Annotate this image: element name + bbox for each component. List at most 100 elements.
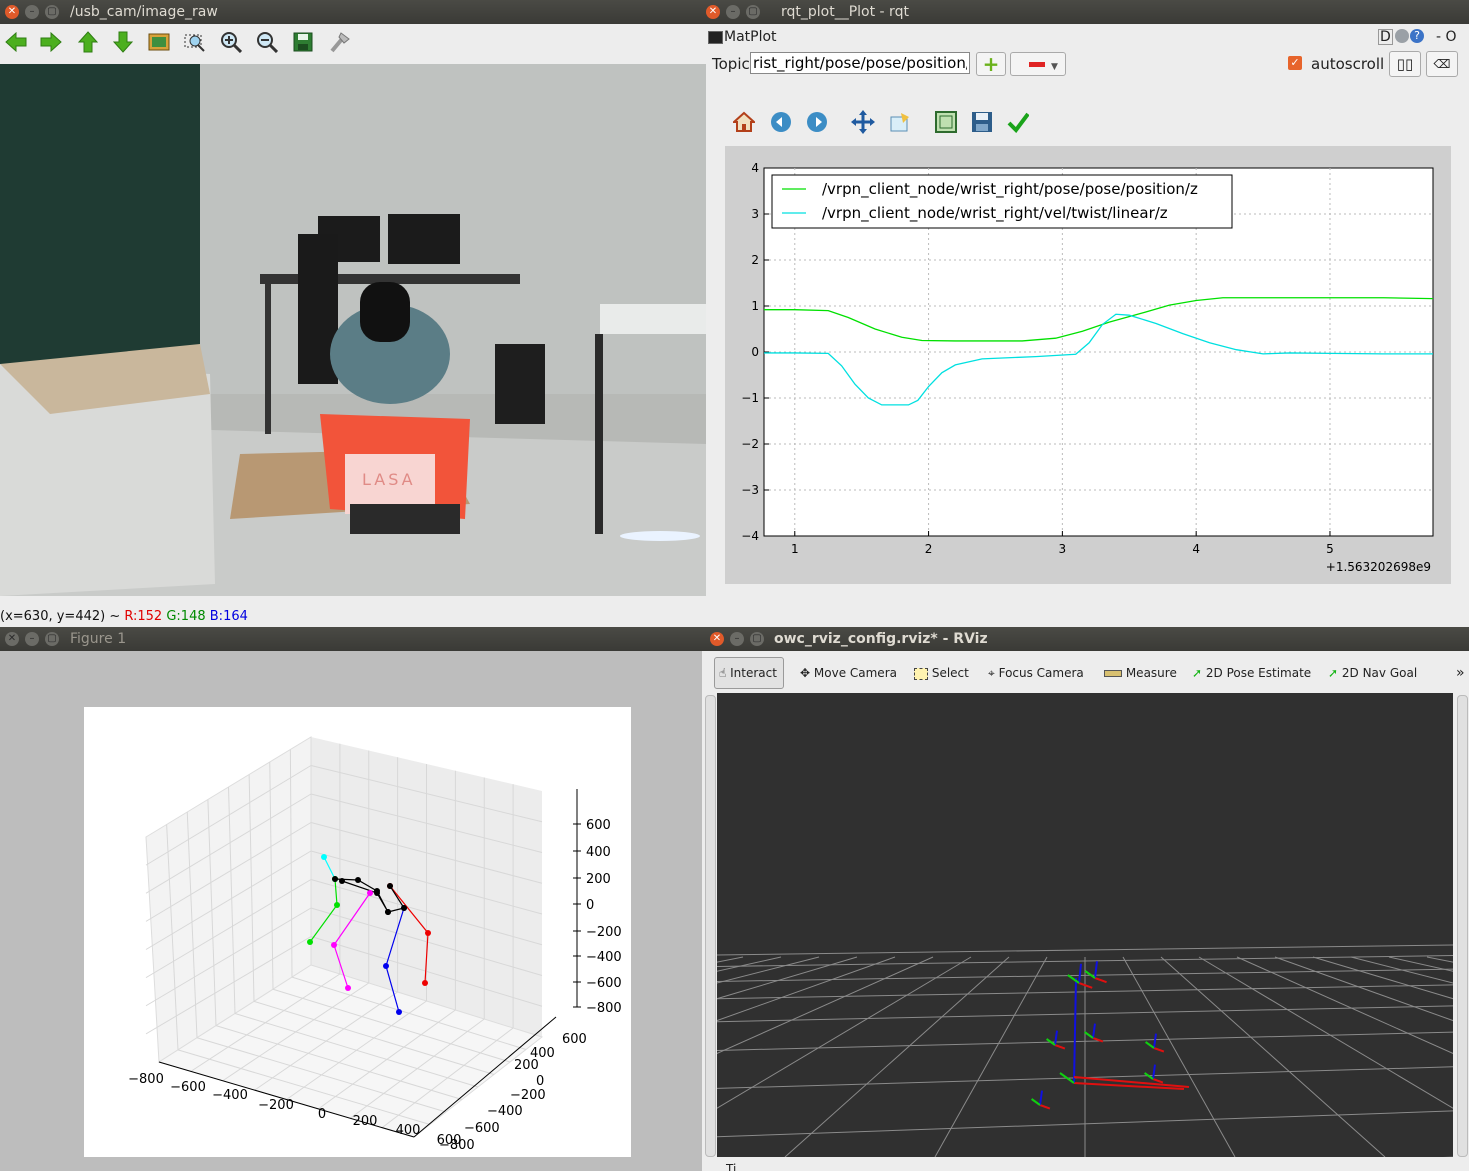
topic-label: Topic: [712, 55, 750, 73]
zoom-in-icon[interactable]: [217, 28, 245, 56]
y-tick-label: −1: [741, 391, 759, 405]
zoom-region-icon[interactable]: [181, 28, 209, 56]
brush-icon[interactable]: [325, 28, 353, 56]
right-dock-handle[interactable]: [1457, 695, 1468, 1157]
left-dock-handle[interactable]: [705, 695, 716, 1157]
camera-scene: [0, 64, 706, 596]
y-tick-label: 600: [562, 1032, 587, 1047]
forward-arrow-icon[interactable]: [37, 28, 65, 56]
z-tick-label: 0: [586, 898, 594, 913]
skeleton-joint: [332, 876, 338, 882]
z-tick-label: −400: [586, 950, 622, 965]
window-title: Figure 1: [70, 631, 127, 647]
tf-z-axis: [1078, 963, 1082, 984]
close-plugin-icon[interactable]: - O: [1436, 26, 1457, 48]
zoom-to-rect-icon[interactable]: [932, 108, 960, 136]
tool-2d-nav-goal[interactable]: ➚ 2D Nav Goal: [1328, 657, 1417, 689]
y-tick-label: 4: [751, 161, 759, 175]
y-tick-label: −400: [487, 1104, 523, 1119]
forward-icon[interactable]: [803, 108, 831, 136]
check-icon[interactable]: [1004, 108, 1032, 136]
rviz-3d-view[interactable]: [702, 693, 1469, 1171]
clear-button[interactable]: ⌫: [1426, 51, 1458, 77]
add-topic-button[interactable]: +: [976, 52, 1006, 76]
rqt-titlebar: ✕ – ▢ rqt_plot__Plot - rqt: [706, 0, 1469, 24]
tool-measure[interactable]: Measure: [1104, 657, 1177, 689]
maximize-icon[interactable]: ▢: [750, 632, 764, 646]
close-icon[interactable]: ✕: [5, 5, 19, 19]
topic-input[interactable]: [750, 52, 970, 74]
tool-focus-camera[interactable]: ⌖ Focus Camera: [988, 657, 1084, 689]
pause-button[interactable]: ▯▯: [1389, 51, 1421, 77]
tf-z-axis: [1073, 977, 1077, 1084]
x-tick-label: 400: [396, 1123, 421, 1138]
tool-move-camera[interactable]: ✥ Move Camera: [800, 657, 897, 689]
autoscroll-checkbox[interactable]: ✓: [1288, 56, 1302, 70]
x-tick-label: −200: [258, 1098, 294, 1113]
legend-label: /vrpn_client_node/wrist_right/pose/pose/…: [822, 180, 1198, 199]
up-arrow-icon[interactable]: [74, 28, 102, 56]
x-tick-label: 2: [925, 542, 933, 556]
back-icon[interactable]: [767, 108, 795, 136]
close-icon[interactable]: ✕: [710, 632, 724, 646]
zoom-out-icon[interactable]: [253, 28, 281, 56]
nav-arrow-icon: ➚: [1328, 666, 1339, 680]
z-tick-label: −200: [586, 925, 622, 940]
rqt-window: ✕ – ▢ rqt_plot__Plot - rqt MatPlot D ? -…: [706, 0, 1469, 627]
tf-x-axis: [1054, 1044, 1066, 1050]
tool-2d-pose-estimate[interactable]: ➚ 2D Pose Estimate: [1192, 657, 1311, 689]
help-icon[interactable]: ?: [1410, 29, 1424, 43]
tf-z-axis: [1054, 1030, 1058, 1046]
render-panel[interactable]: [702, 693, 1469, 1171]
skeleton-joint: [321, 854, 327, 860]
z-tick-label: 200: [586, 872, 611, 887]
grid-line: [702, 956, 896, 1027]
close-icon[interactable]: ✕: [5, 632, 19, 646]
maximize-icon[interactable]: ▢: [45, 5, 59, 19]
grid-line: [702, 956, 744, 966]
minimize-icon[interactable]: –: [730, 632, 744, 646]
minimize-icon[interactable]: –: [25, 5, 39, 19]
camera-image[interactable]: LASA: [0, 64, 706, 596]
y-tick-label: 0: [751, 345, 759, 359]
camera-toolbar: [0, 24, 706, 64]
home-icon[interactable]: [730, 108, 758, 136]
select-icon: [914, 667, 928, 680]
skeleton-3d-plot[interactable]: −800−600−400−2000 200400600−800−600−400−2…: [84, 707, 631, 1157]
minimize-icon[interactable]: –: [25, 632, 39, 646]
z-tick-label: −800: [586, 1001, 622, 1016]
save-icon[interactable]: [289, 28, 317, 56]
blue-value: B:164: [209, 609, 248, 624]
remove-topic-button[interactable]: ▼: [1010, 52, 1066, 76]
figure-canvas[interactable]: −800 −600 −400 −200 0 200 400 600 −800 −600 −400 −2…: [84, 707, 631, 1157]
overflow-button[interactable]: »: [1456, 657, 1465, 689]
back-arrow-icon[interactable]: [2, 28, 30, 56]
save-icon[interactable]: [968, 108, 996, 136]
skeleton-joint: [383, 963, 389, 969]
maximize-icon[interactable]: ▢: [45, 632, 59, 646]
dock-button[interactable]: D: [1378, 29, 1393, 45]
close-icon[interactable]: ✕: [706, 5, 720, 19]
plot-area: 1 2 3 4 5 4 3 2 1 0 −1 −2 −3 −4 +1.563202698e9/vrpn_cl…: [725, 146, 1451, 584]
camera-statusbar: (x=630, y=442) ~ R:152 G:148 B:164: [0, 606, 706, 627]
time-label: Ti: [726, 1162, 737, 1171]
line-chart[interactable]: 1 2 3 4 5 4 3 2 1 0 −1 −2 −3 −4 +1.563202698e9/vrpn_cl…: [725, 146, 1451, 584]
y-tick-label: 3: [751, 207, 759, 221]
grid-line: [702, 956, 858, 1004]
tf-y-axis: [1031, 1098, 1041, 1106]
configure-icon[interactable]: [886, 108, 914, 136]
down-arrow-icon[interactable]: [109, 28, 137, 56]
y-tick-label: −600: [464, 1121, 500, 1136]
gear-icon[interactable]: [1395, 29, 1409, 43]
tf-x-axis: [1039, 1104, 1051, 1110]
tf-y-axis: [1145, 1041, 1155, 1049]
terminal-icon: [708, 31, 723, 44]
maximize-icon[interactable]: ▢: [746, 5, 760, 19]
image-icon[interactable]: [145, 28, 173, 56]
tool-interact[interactable]: ☝ Interact: [714, 657, 784, 689]
x-offset-label: +1.563202698e9: [1326, 560, 1431, 574]
pan-icon[interactable]: [849, 108, 877, 136]
tool-select[interactable]: Select: [914, 657, 969, 689]
y-tick-label: −200: [510, 1088, 546, 1103]
minimize-icon[interactable]: –: [726, 5, 740, 19]
